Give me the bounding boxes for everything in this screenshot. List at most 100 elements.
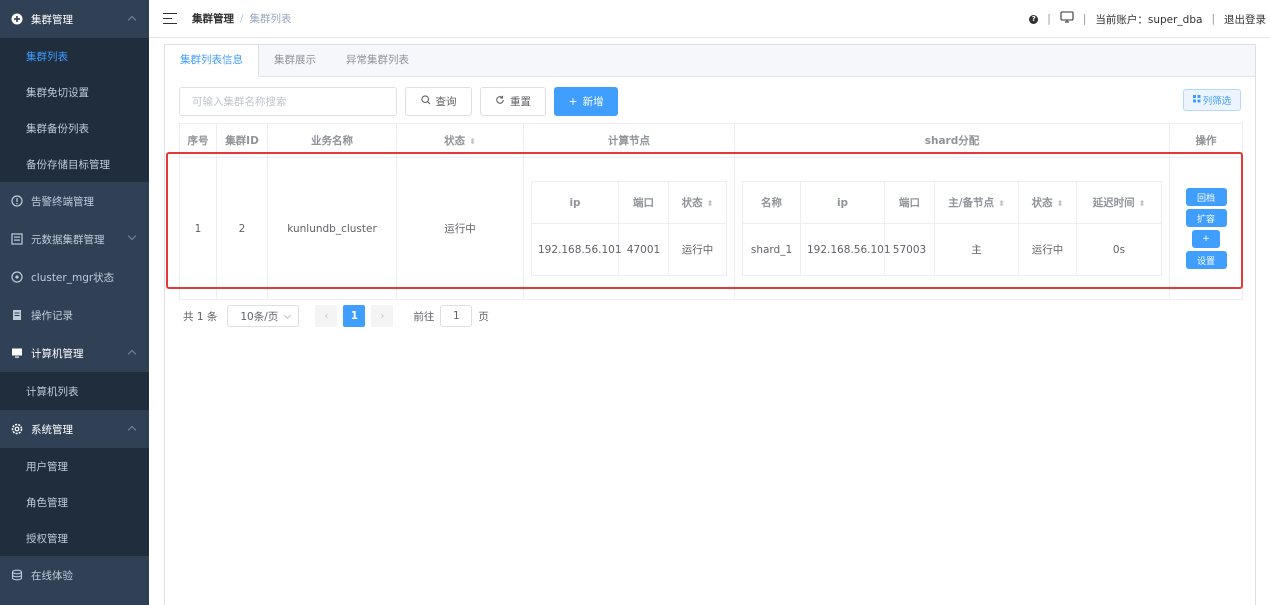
rollback-button[interactable]: 回档 [1185,188,1227,206]
compute-subtable: ip 端口 状态 ⬍ 192.168.56.101 47001 运行中 [531,181,727,276]
next-page-button[interactable]: › [371,305,394,327]
tab-cluster-list-info[interactable]: 集群列表信息 [165,45,259,77]
header-right: ? | | 当前账户：super_dba | 退出登录 [1029,0,1266,38]
cell-compute-node: ip 端口 状态 ⬍ 192.168.56.101 47001 运行中 [523,157,735,300]
menu-cluster-management[interactable]: 集群管理 [0,0,149,38]
compute-col-status[interactable]: 状态 ⬍ [668,181,727,224]
menu-cluster-mgr-status[interactable]: cluster_mgr状态 [0,258,149,296]
breadcrumb-cluster-management[interactable]: 集群管理 [192,11,234,26]
top-header: 集群管理 / 集群列表 ? | | 当前账户：super_dba | 退出登录 [149,0,1270,38]
add-button-label: 新增 [582,96,604,108]
sort-icon[interactable]: ⬍ [1057,199,1064,208]
shard-status: 运行中 [1018,223,1077,276]
tab-cluster-display[interactable]: 集群展示 [259,45,331,77]
table-row: 1 2 kunlundb_cluster 运行中 ip 端口 状态 ⬍ 192.1… [179,157,1243,300]
col-status-label: 状态 [444,135,466,147]
more-button[interactable]: + [1192,230,1220,248]
menu-metadata-cluster-label: 元数据集群管理 [31,233,105,246]
compute-ip: 192.168.56.101 [531,223,622,276]
refresh-icon [495,95,505,108]
monitor-icon [10,347,23,360]
shard-role: 主 [934,223,1019,276]
goto-prefix: 前往 [413,310,435,323]
column-filter-button[interactable]: 列筛选 [1183,89,1241,111]
sort-icon[interactable]: ⬍ [998,199,1005,208]
main-panel: 集群列表信息 集群展示 异常集群列表 可输入集群名称搜索 查询 重置 + 新增 … [164,44,1256,605]
sidebar-item-cluster-list[interactable]: 集群列表 [0,38,149,74]
shard-col-role[interactable]: 主/备节点 ⬍ [934,181,1019,224]
page-number[interactable]: 1 [343,305,366,327]
page-size-select[interactable]: 10条/页 [227,305,300,327]
sidebar-item-cluster-backup[interactable]: 集群备份列表 [0,110,149,146]
compute-col-port: 端口 [618,181,669,224]
shard-col-name: 名称 [742,181,801,224]
add-button[interactable]: + 新增 [554,87,618,116]
cell-cluster-id: 2 [216,157,268,300]
cell-shard: 名称 ip 端口 主/备节点 ⬍ 状态 ⬍ 延迟时间 ⬍ shard_1 192.16… [734,157,1170,300]
compute-row: 192.168.56.101 47001 运行中 [531,223,727,276]
pagination: 共 1 条 10条/页 ‹ 1 › 前往 1 页 [183,305,489,327]
prev-page-button[interactable]: ‹ [315,305,338,327]
screen-icon[interactable] [1060,11,1074,27]
sidebar: 集群管理 集群列表 集群免切设置 集群备份列表 备份存储目标管理 告警终端管理 … [0,0,149,605]
sort-icon[interactable]: ⬍ [707,199,714,208]
menu-system-management[interactable]: 系统管理 [0,410,149,448]
shard-row: shard_1 192.168.56.101 57003 主 运行中 0s [742,223,1162,276]
sort-icon[interactable]: ⬍ [469,137,476,146]
expand-button[interactable]: 扩容 [1185,209,1227,227]
menu-online-trial-label: 在线体验 [31,569,73,582]
shard-port: 57003 [884,223,935,276]
breadcrumb-separator: / [240,12,244,25]
plus-circle-icon [10,13,23,26]
sidebar-item-user-management[interactable]: 用户管理 [0,448,149,484]
menu-operation-log[interactable]: 操作记录 [0,296,149,334]
sidebar-item-role-management[interactable]: 角色管理 [0,484,149,520]
grid-icon [1192,94,1201,106]
cell-biz-name: kunlundb_cluster [267,157,397,300]
sidebar-item-backup-storage[interactable]: 备份存储目标管理 [0,146,149,182]
sidebar-item-auth-management[interactable]: 授权管理 [0,520,149,556]
shard-name: shard_1 [742,223,801,276]
hamburger-icon[interactable] [163,12,177,25]
header-divider: | [1082,13,1087,25]
database-cylinder-icon [10,569,23,582]
document-icon [10,309,23,322]
cluster-table: 序号 集群ID 业务名称 状态 ⬍ 计算节点 shard分配 操作 1 2 kun… [179,123,1243,300]
menu-online-trial[interactable]: 在线体验 [0,556,149,594]
sidebar-item-machine-list[interactable]: 计算机列表 [0,372,149,410]
tab-bar: 集群列表信息 集群展示 异常集群列表 [165,45,1255,77]
logout-link[interactable]: 退出登录 [1224,12,1266,27]
shard-col-status[interactable]: 状态 ⬍ [1018,181,1077,224]
search-input[interactable]: 可输入集群名称搜索 [179,87,397,116]
reset-button[interactable]: 重置 [480,87,546,116]
chevron-up-icon [127,15,137,25]
menu-machine-management[interactable]: 计算机管理 [0,334,149,372]
help-icon[interactable]: ? [1029,14,1039,24]
goto-page-input[interactable]: 1 [440,305,473,327]
compute-col-status-label: 状态 [681,197,703,209]
col-ops: 操作 [1169,123,1243,158]
shard-col-port: 端口 [884,181,935,224]
toolbar: 可输入集群名称搜索 查询 重置 + 新增 [179,87,618,116]
shard-col-delay[interactable]: 延迟时间 ⬍ [1076,181,1162,224]
sidebar-item-cluster-failover[interactable]: 集群免切设置 [0,74,149,110]
info-circle-icon [10,195,23,208]
reset-button-label: 重置 [510,96,531,108]
compute-col-ip: ip [531,181,619,224]
compute-port: 47001 [618,223,669,276]
menu-alarm-terminal[interactable]: 告警终端管理 [0,182,149,220]
plus-icon: + [568,95,578,108]
sort-icon[interactable]: ⬍ [1139,199,1146,208]
menu-alarm-terminal-label: 告警终端管理 [31,195,94,208]
menu-cluster-management-label: 集群管理 [31,13,73,26]
settings-button[interactable]: 设置 [1185,251,1227,269]
menu-metadata-cluster[interactable]: 元数据集群管理 [0,220,149,258]
col-status[interactable]: 状态 ⬍ [396,123,524,158]
tab-abnormal-clusters[interactable]: 异常集群列表 [331,45,424,77]
shard-col-status-label: 状态 [1031,197,1053,209]
shard-subtable: 名称 ip 端口 主/备节点 ⬍ 状态 ⬍ 延迟时间 ⬍ shard_1 192.16… [742,181,1162,276]
chevron-up-icon [127,425,137,435]
shard-ip: 192.168.56.101 [800,223,891,276]
query-button[interactable]: 查询 [405,87,472,116]
header-divider: | [1211,13,1215,25]
